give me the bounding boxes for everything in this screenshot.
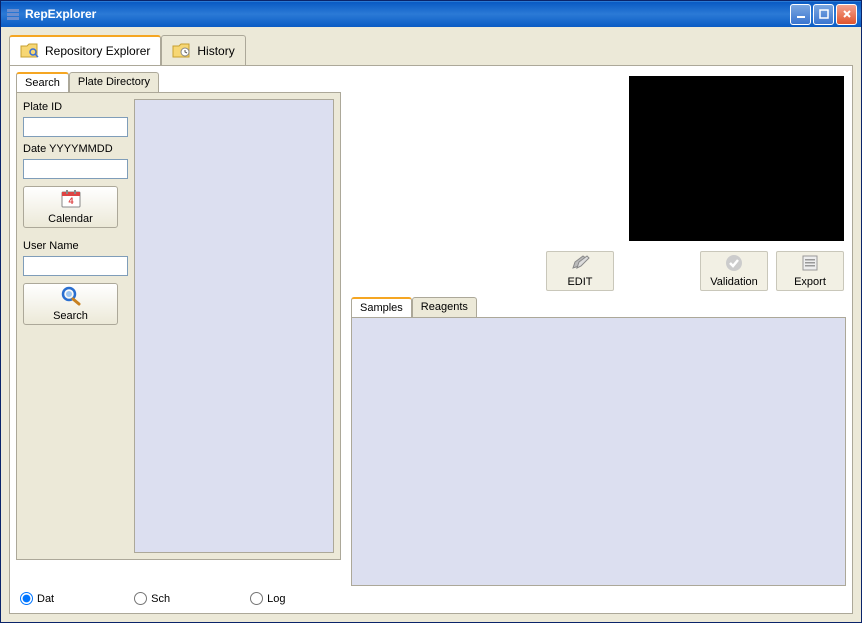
username-input[interactable] — [23, 256, 128, 276]
radio-dat-label: Dat — [37, 593, 54, 605]
export-button[interactable]: Export — [776, 251, 844, 291]
tab-history[interactable]: History — [161, 35, 245, 65]
radio-sch[interactable]: Sch — [134, 592, 170, 605]
detail-tab-samples[interactable]: Samples — [351, 297, 412, 317]
window-title: RepExplorer — [25, 7, 790, 21]
radio-log-input[interactable] — [250, 592, 263, 605]
validation-button[interactable]: Validation — [700, 251, 768, 291]
radio-log[interactable]: Log — [250, 592, 285, 605]
search-form: Plate ID Date YYYYMMDD 4 Calendar User N… — [23, 99, 128, 553]
detail-tab-reagents-label: Reagents — [421, 301, 468, 313]
search-panel: Plate ID Date YYYYMMDD 4 Calendar User N… — [16, 92, 341, 560]
preview-area — [629, 76, 844, 241]
detail-panel[interactable] — [351, 317, 846, 586]
results-list[interactable] — [134, 99, 334, 553]
tab-repository-label: Repository Explorer — [45, 44, 150, 58]
subtab-plate-directory-label: Plate Directory — [78, 76, 150, 88]
check-icon — [724, 254, 744, 275]
minimize-button[interactable] — [790, 4, 811, 25]
radio-log-label: Log — [267, 593, 285, 605]
search-button-label: Search — [53, 310, 88, 322]
date-label: Date YYYYMMDD — [23, 143, 128, 155]
content-row: Search Plate Directory Plate ID Date YYY… — [16, 72, 846, 586]
left-column: Search Plate Directory Plate ID Date YYY… — [16, 72, 341, 586]
plate-id-label: Plate ID — [23, 101, 128, 113]
plate-id-input[interactable] — [23, 117, 128, 137]
calendar-button-label: Calendar — [48, 213, 93, 225]
username-label: User Name — [23, 240, 128, 252]
svg-text:4: 4 — [68, 196, 73, 206]
date-input[interactable] — [23, 159, 128, 179]
sub-tabs: Search Plate Directory — [16, 72, 341, 92]
subtab-plate-directory[interactable]: Plate Directory — [69, 72, 159, 92]
search-icon — [60, 286, 82, 309]
folder-history-icon — [172, 42, 192, 60]
radio-row: Dat Sch Log — [16, 586, 846, 607]
tab-repository-explorer[interactable]: Repository Explorer — [9, 35, 161, 65]
action-buttons: EDIT Validation Export — [351, 251, 846, 291]
radio-dat[interactable]: Dat — [20, 592, 54, 605]
detail-tab-samples-label: Samples — [360, 302, 403, 314]
subtab-search-label: Search — [25, 77, 60, 89]
window-controls — [790, 4, 857, 25]
edit-icon — [569, 254, 591, 275]
close-button[interactable] — [836, 4, 857, 25]
detail-tab-reagents[interactable]: Reagents — [412, 297, 477, 317]
window-body: Repository Explorer History Search Plate… — [1, 27, 861, 622]
detail-tabs: Samples Reagents — [351, 297, 846, 317]
search-button[interactable]: Search — [23, 283, 118, 325]
edit-button-label: EDIT — [567, 276, 592, 288]
radio-sch-input[interactable] — [134, 592, 147, 605]
app-window: RepExplorer Repository Explorer History — [0, 0, 862, 623]
action-spacer — [622, 251, 692, 291]
radio-dat-input[interactable] — [20, 592, 33, 605]
edit-button[interactable]: EDIT — [546, 251, 614, 291]
calendar-icon: 4 — [60, 189, 82, 212]
export-icon — [800, 254, 820, 275]
radio-sch-label: Sch — [151, 593, 170, 605]
export-button-label: Export — [794, 276, 826, 288]
calendar-button[interactable]: 4 Calendar — [23, 186, 118, 228]
titlebar: RepExplorer — [1, 1, 861, 27]
subtab-search[interactable]: Search — [16, 72, 69, 92]
folder-search-icon — [20, 42, 40, 60]
tab-history-label: History — [197, 44, 234, 58]
validation-button-label: Validation — [710, 276, 758, 288]
right-column: EDIT Validation Export Samples — [351, 72, 846, 586]
app-icon — [5, 6, 21, 22]
main-panel: Search Plate Directory Plate ID Date YYY… — [9, 65, 853, 614]
top-tabs: Repository Explorer History — [9, 35, 853, 65]
maximize-button[interactable] — [813, 4, 834, 25]
